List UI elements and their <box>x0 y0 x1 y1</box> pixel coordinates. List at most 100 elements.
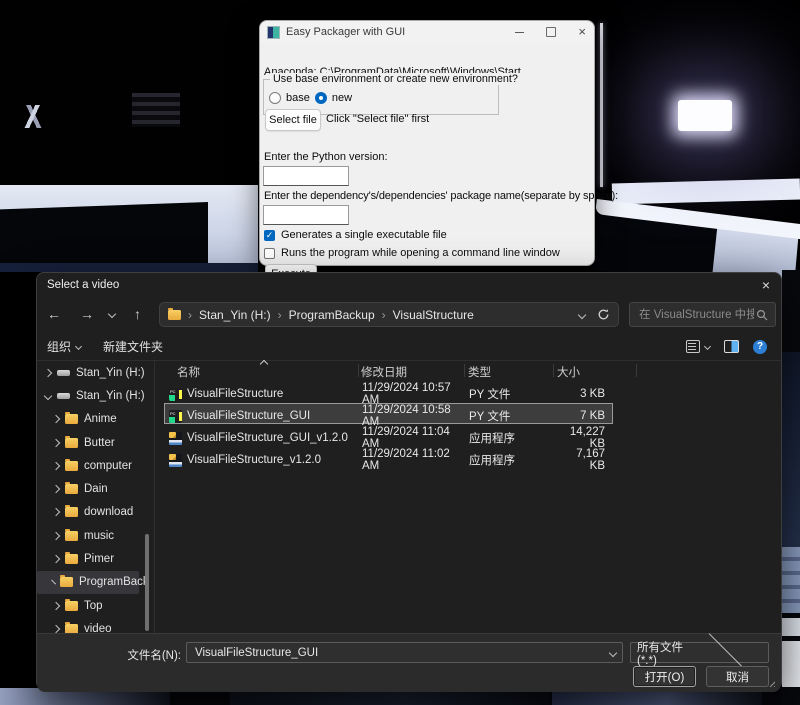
single-exe-checkbox[interactable]: ✓ <box>264 230 275 241</box>
help-icon[interactable]: ? <box>753 340 767 354</box>
back-icon[interactable]: ← <box>47 305 61 323</box>
address-dropdown-icon[interactable] <box>578 310 586 318</box>
sidebar-item-drive-expanded[interactable]: Stan_Yin (H:) <box>37 384 154 407</box>
filename-combobox[interactable] <box>186 642 623 663</box>
minimize-icon[interactable] <box>515 32 524 33</box>
cancel-button[interactable]: 取消 <box>706 666 769 687</box>
dialog-titlebar[interactable]: Select a video <box>37 273 781 297</box>
select-file-hint: Click "Select file" first <box>326 113 429 125</box>
folder-icon <box>65 438 78 448</box>
sidebar-item-dain[interactable]: Dain <box>37 477 154 500</box>
desktop-video-right-block-1 <box>782 547 800 613</box>
file-size: 7 KB <box>560 410 605 422</box>
file-type: 应用程序 <box>469 430 560 446</box>
sidebar-scrollbar[interactable] <box>145 534 149 631</box>
select-video-dialog: Select a video × ← → ↑ › Stan_Yin (H:) ›… <box>36 272 782 690</box>
organize-dropdown-icon <box>75 343 82 350</box>
new-folder-button[interactable]: 新建文件夹 <box>103 338 163 355</box>
chevron-right-icon[interactable] <box>52 508 60 516</box>
sidebar-item-label: Anime <box>84 413 117 425</box>
sidebar-item-butter[interactable]: Butter <box>37 431 154 454</box>
file-name: VisualFileStructure <box>187 388 362 400</box>
breadcrumb-drive[interactable]: Stan_Yin (H:) <box>199 308 271 322</box>
python-version-label: Enter the Python version: <box>264 151 388 163</box>
filename-input[interactable] <box>193 646 604 660</box>
cmd-window-checkbox[interactable] <box>264 248 275 259</box>
file-type: 应用程序 <box>469 452 560 468</box>
sidebar-item-label: Butter <box>84 437 115 449</box>
radio-new-label[interactable]: new <box>332 92 352 104</box>
close-icon[interactable]: × <box>757 277 775 293</box>
chevron-right-icon[interactable] <box>51 580 56 585</box>
folder-icon <box>65 531 78 541</box>
sidebar-item-programbackup[interactable]: ProgramBack <box>37 571 139 594</box>
column-header-type[interactable]: 类型 <box>468 364 491 380</box>
dependency-input[interactable] <box>263 205 349 225</box>
sidebar-item-computer[interactable]: computer <box>37 454 154 477</box>
recent-locations-icon[interactable] <box>108 310 116 318</box>
chevron-right-icon[interactable] <box>52 485 60 493</box>
sidebar-item-pimer[interactable]: Pimer <box>37 547 154 570</box>
address-bar[interactable]: › Stan_Yin (H:) › ProgramBackup › Visual… <box>159 302 619 327</box>
sidebar-item-download[interactable]: download <box>37 501 154 524</box>
file-row[interactable]: VisualFileStructure 11/29/2024 10:57 AM … <box>164 381 613 402</box>
chevron-right-icon[interactable] <box>52 415 60 423</box>
preview-pane-icon[interactable] <box>724 340 739 353</box>
file-name: VisualFileStructure_v1.2.0 <box>187 454 362 466</box>
refresh-icon[interactable] <box>597 308 610 321</box>
maximize-icon[interactable] <box>546 27 556 37</box>
sidebar-item-label: Stan_Yin (H:) <box>76 367 145 379</box>
open-button[interactable]: 打开(O) <box>633 666 696 687</box>
file-name: VisualFileStructure_GUI_v1.2.0 <box>187 432 362 444</box>
chevron-down-icon[interactable] <box>44 392 52 400</box>
filetype-combobox[interactable]: 所有文件 (*.*) <box>630 642 769 663</box>
breadcrumb-folder[interactable]: ProgramBackup <box>289 308 375 322</box>
sidebar-item-drive-collapsed[interactable]: Stan_Yin (H:) <box>37 361 154 384</box>
chevron-right-icon[interactable] <box>52 601 60 609</box>
folder-icon <box>65 507 78 517</box>
column-header-size[interactable]: 大小 <box>557 364 580 380</box>
chevron-right-icon[interactable] <box>52 462 60 470</box>
chevron-right-icon[interactable] <box>52 531 60 539</box>
chevron-down-icon[interactable] <box>609 648 617 656</box>
column-header-date[interactable]: 修改日期 <box>361 364 407 380</box>
radio-new[interactable] <box>315 92 327 104</box>
desktop-video-blue-strip <box>0 263 258 272</box>
sidebar-item-label: download <box>84 506 133 518</box>
file-row-selected[interactable]: VisualFileStructure_GUI 11/29/2024 10:58… <box>164 403 613 424</box>
chevron-right-icon[interactable] <box>52 438 60 446</box>
sort-ascending-icon <box>260 360 268 368</box>
forward-icon[interactable]: → <box>80 305 94 323</box>
radio-base-label[interactable]: base <box>286 92 310 104</box>
breadcrumb-current[interactable]: VisualStructure <box>393 308 474 322</box>
view-mode-button[interactable] <box>686 340 710 353</box>
file-row[interactable]: VisualFileStructure_v1.2.0 11/29/2024 11… <box>164 447 613 468</box>
sidebar-item-label: music <box>84 530 114 542</box>
resize-grip[interactable] <box>768 680 775 687</box>
sidebar-item-anime[interactable]: Anime <box>37 408 154 431</box>
crumb-separator: › <box>278 308 282 322</box>
chevron-right-icon[interactable] <box>52 625 60 633</box>
column-header-name[interactable]: 名称 <box>177 364 200 380</box>
up-icon[interactable]: ↑ <box>134 305 141 323</box>
sidebar-item-label: video <box>84 623 112 633</box>
file-row[interactable]: VisualFileStructure_GUI_v1.2.0 11/29/202… <box>164 425 613 446</box>
close-icon[interactable]: × <box>578 27 586 37</box>
sidebar-item-music[interactable]: music <box>37 524 154 547</box>
navigation-sidebar: Stan_Yin (H:) Stan_Yin (H:) Anime Butter <box>37 361 154 633</box>
organize-button[interactable]: 组织 <box>47 338 81 355</box>
search-box[interactable] <box>629 302 776 327</box>
chevron-right-icon[interactable] <box>52 555 60 563</box>
chevron-right-icon[interactable] <box>44 368 52 376</box>
search-input[interactable] <box>637 308 756 322</box>
single-exe-label: Generates a single executable file <box>281 229 447 241</box>
radio-base[interactable] <box>269 92 281 104</box>
python-version-input[interactable] <box>263 166 349 186</box>
sidebar-item-video[interactable]: video <box>37 617 154 633</box>
sidebar-item-label: Stan_Yin (H:) <box>76 390 145 402</box>
sidebar-item-top[interactable]: Top <box>37 594 154 617</box>
python-file-icon <box>169 388 182 401</box>
navigation-bar: ← → ↑ › Stan_Yin (H:) › ProgramBackup › … <box>37 297 781 333</box>
select-file-button[interactable]: Select file <box>265 109 321 131</box>
folder-icon <box>65 554 78 564</box>
